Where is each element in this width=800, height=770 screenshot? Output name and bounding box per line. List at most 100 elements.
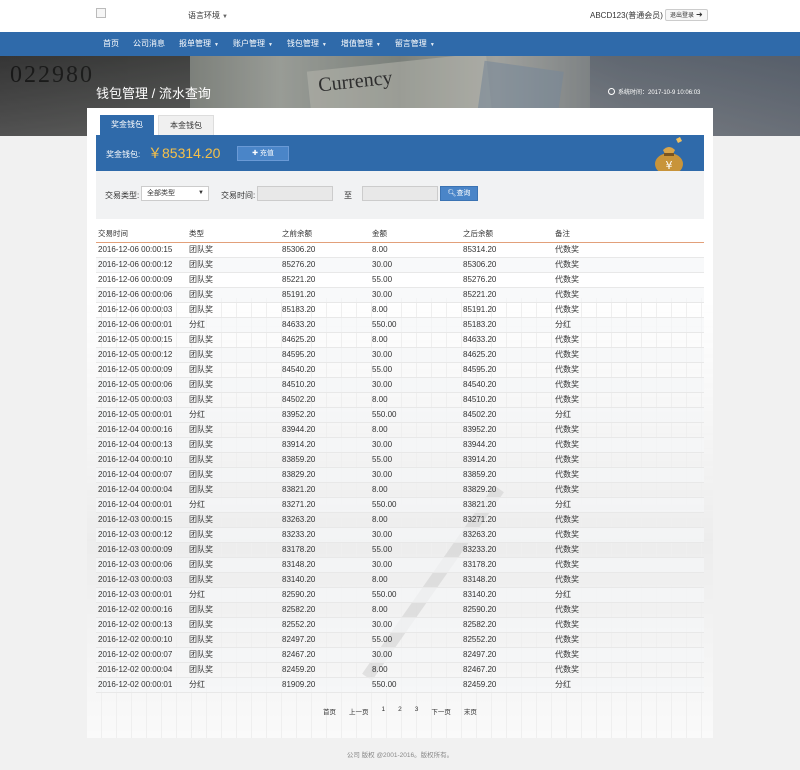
table-cell: 代数奖 <box>553 437 704 453</box>
table-cell: 2016-12-04 00:00:13 <box>96 437 187 453</box>
time-label: 交易时间: <box>221 191 256 200</box>
language-selector[interactable]: 语言环境 ▼ <box>188 10 228 21</box>
table-cell: 83148.20 <box>280 557 370 573</box>
type-select[interactable]: 全部类型 ▼ <box>141 186 209 201</box>
search-button[interactable]: 🔍︎查询 <box>440 186 478 201</box>
nav-item[interactable]: 首页 <box>96 32 126 57</box>
table-cell: 82459.20 <box>461 677 553 693</box>
table-cell: 分红 <box>553 587 704 603</box>
table-header-row: 交易时间 类型 之前余额 金额 之后余额 备注 <box>96 226 704 243</box>
nav-item-label: 报单管理 <box>179 39 211 48</box>
table-cell: 2016-12-05 00:00:12 <box>96 347 187 363</box>
page-link[interactable]: 下一页 <box>431 706 451 716</box>
nav-item[interactable]: 增值管理 ▼ <box>334 32 388 57</box>
column-header: 类型 <box>187 226 280 243</box>
page-link[interactable]: 2 <box>398 706 402 716</box>
table-row: 2016-12-04 00:00:10 团队奖 83859.20 55.00 83914… <box>96 452 704 468</box>
table-cell: 团队奖 <box>187 632 280 648</box>
table-row: 2016-12-04 00:00:13 团队奖 83914.20 30.00 83944… <box>96 437 704 453</box>
table-cell: 30.00 <box>370 557 461 573</box>
table-cell: 代数奖 <box>553 422 704 438</box>
wallet-tabs: 奖金钱包 本金钱包 <box>100 115 218 135</box>
table-cell: 2016-12-06 00:00:06 <box>96 287 187 303</box>
table-cell: 55.00 <box>370 452 461 468</box>
table-cell: 代数奖 <box>553 647 704 663</box>
table-cell: 30.00 <box>370 257 461 273</box>
table-row: 2016-12-03 00:00:01 分红 82590.20 550.00 83140… <box>96 587 704 603</box>
table-row: 2016-12-05 00:00:09 团队奖 84540.20 55.00 84595… <box>96 362 704 378</box>
table-cell: 8.00 <box>370 662 461 678</box>
table-cell: 2016-12-03 00:00:15 <box>96 512 187 528</box>
table-cell: 代数奖 <box>553 617 704 633</box>
nav-item[interactable]: 留言管理 ▼ <box>388 32 442 57</box>
table-row: 2016-12-03 00:00:03 团队奖 83140.20 8.00 83148.… <box>96 572 704 588</box>
page-link[interactable]: 3 <box>415 706 419 716</box>
table-row: 2016-12-04 00:00:01 分红 83271.20 550.00 83821… <box>96 497 704 513</box>
table-cell: 82590.20 <box>280 587 370 603</box>
table-cell: 82497.20 <box>461 647 553 663</box>
table-cell: 2016-12-06 00:00:09 <box>96 272 187 288</box>
system-time: 系统时间：2017-10-9 10:06:03 <box>608 87 700 96</box>
table-cell: 83263.20 <box>461 527 553 543</box>
system-time-text: 系统时间：2017-10-9 10:06:03 <box>618 90 701 96</box>
caret-down-icon: ▼ <box>214 42 219 48</box>
nav-item[interactable]: 公司消息 <box>126 32 172 57</box>
nav-item[interactable]: 账户管理 ▼ <box>226 32 280 57</box>
table-cell: 团队奖 <box>187 422 280 438</box>
table-cell: 代数奖 <box>553 662 704 678</box>
to-label: 至 <box>344 191 352 200</box>
table-cell: 代数奖 <box>553 632 704 648</box>
nav-item-label: 增值管理 <box>340 39 373 48</box>
table-row: 2016-12-06 00:00:06 团队奖 85191.20 30.00 85221… <box>96 287 704 303</box>
table-cell: 85314.20 <box>461 242 553 258</box>
recharge-button[interactable]: ✚ 充值 <box>237 146 289 161</box>
table-cell: 550.00 <box>370 587 461 603</box>
table-cell: 8.00 <box>370 482 461 498</box>
table-cell: 2016-12-02 00:00:16 <box>96 602 187 618</box>
page-link[interactable]: 1 <box>382 706 386 716</box>
table-cell: 83944.20 <box>280 422 370 438</box>
end-date-input[interactable] <box>362 186 438 201</box>
table-cell: 代数奖 <box>553 362 704 378</box>
start-date-input[interactable] <box>257 186 333 201</box>
table-cell: 代数奖 <box>553 302 704 318</box>
table-row: 2016-12-02 00:00:13 团队奖 82552.20 30.00 82582… <box>96 617 704 633</box>
tab-principal-wallet[interactable]: 本金钱包 <box>158 115 214 135</box>
table-cell: 84510.20 <box>280 377 370 393</box>
transaction-table: 交易时间 类型 之前余额 金额 之后余额 备注 2016-12-06 00:00:15 团队… <box>96 226 704 693</box>
table-cell: 团队奖 <box>187 602 280 618</box>
table-cell: 85221.20 <box>280 272 370 288</box>
nav-item-label: 公司消息 <box>133 39 165 48</box>
table-cell: 84633.20 <box>461 332 553 348</box>
table-cell: 代数奖 <box>553 392 704 408</box>
page-link[interactable]: 上一页 <box>349 706 369 716</box>
nav-list: 首页 公司消息 报单管理 ▼ 账户管理 ▼ 钱包管理 ▼ 增值管理 ▼ 留言管理 ▼ <box>96 32 442 57</box>
table-cell: 85191.20 <box>461 302 553 318</box>
table-cell: 82459.20 <box>280 662 370 678</box>
caret-down-icon: ▼ <box>222 14 228 20</box>
nav-item[interactable]: 报单管理 ▼ <box>172 32 226 57</box>
column-header: 交易时间 <box>96 226 187 243</box>
table-row: 2016-12-03 00:00:09 团队奖 83178.20 55.00 83233… <box>96 542 704 558</box>
table-cell: 83952.20 <box>461 422 553 438</box>
page-link[interactable]: 首页 <box>323 706 336 716</box>
page-link[interactable]: 末页 <box>464 706 477 716</box>
wallet-summary: 奖金钱包: ￥85314.20 ✚ 充值 <box>96 135 704 171</box>
table-cell: 团队奖 <box>187 242 280 258</box>
wallet-label: 奖金钱包: <box>106 150 141 159</box>
table-cell: 83233.20 <box>280 527 370 543</box>
logout-label: 退出登录 <box>670 13 695 19</box>
table-row: 2016-12-04 00:00:16 团队奖 83944.20 8.00 83952.… <box>96 422 704 438</box>
logout-button[interactable]: 退出登录 ➜ <box>665 9 708 21</box>
table-cell: 30.00 <box>370 437 461 453</box>
table-cell: 团队奖 <box>187 617 280 633</box>
nav-item-label: 留言管理 <box>394 39 427 48</box>
table-cell: 85306.20 <box>461 257 553 273</box>
tab-bonus-wallet[interactable]: 奖金钱包 <box>100 115 154 135</box>
nav-item[interactable]: 钱包管理 ▼ <box>280 32 334 57</box>
table-row: 2016-12-04 00:00:07 团队奖 83829.20 30.00 83859… <box>96 467 704 483</box>
search-label: 查询 <box>456 190 471 197</box>
table-cell: 代数奖 <box>553 542 704 558</box>
broken-logo-icon[interactable] <box>96 8 106 18</box>
type-label: 交易类型: <box>105 191 140 200</box>
